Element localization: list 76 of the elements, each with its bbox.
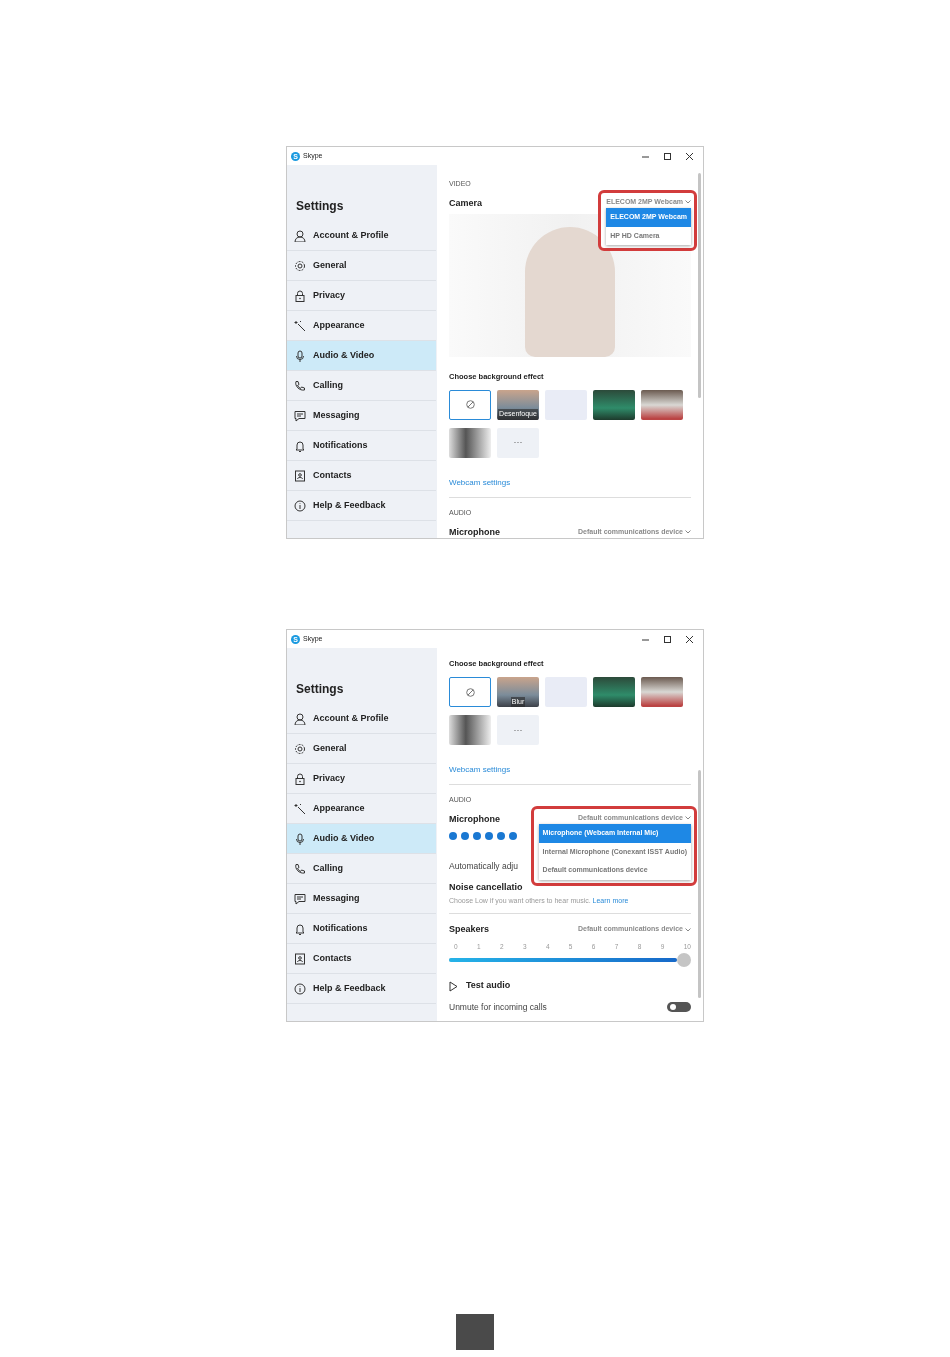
slider-thumb[interactable] (677, 953, 691, 968)
wand-icon (294, 802, 306, 815)
person-icon (294, 712, 306, 725)
sidebar-item[interactable]: Messaging (287, 884, 436, 914)
none-icon (465, 687, 475, 697)
sidebar-item[interactable]: Calling (287, 854, 436, 884)
setting-label: Noise cancellatio (449, 880, 524, 894)
person-icon (294, 229, 306, 242)
setting-label: Unmute for incoming calls (449, 1000, 547, 1014)
maximize-icon[interactable] (664, 152, 671, 160)
lock-icon (294, 289, 306, 302)
sidebar-item[interactable]: Contacts (287, 944, 436, 974)
sidebar-item[interactable]: Account & Profile (287, 704, 436, 734)
sidebar-item[interactable]: General (287, 734, 436, 764)
caret-icon (685, 530, 691, 535)
microphone-icon (294, 349, 306, 362)
webcam-settings-link[interactable]: Webcam settings (449, 764, 511, 777)
sidebar-item[interactable]: Messaging (287, 401, 436, 431)
sidebar-item[interactable]: Account & Profile (287, 221, 436, 251)
message-icon (294, 409, 306, 422)
sidebar-item[interactable]: Help & Feedback (287, 974, 436, 1004)
phone-icon (294, 379, 306, 392)
info-icon (294, 982, 306, 995)
caret-icon (685, 816, 691, 820)
none-icon (465, 400, 475, 410)
background-thumbnail[interactable] (593, 389, 635, 420)
background-thumbnail[interactable] (641, 389, 683, 420)
close-icon[interactable] (686, 635, 693, 643)
caret-icon (685, 199, 691, 204)
play-icon (449, 980, 458, 992)
message-icon (294, 892, 306, 905)
setting-label: Microphone (449, 813, 500, 826)
more-button[interactable]: ··· (497, 427, 539, 458)
settings-icon (294, 742, 306, 755)
webcam-settings-link[interactable]: Webcam settings (449, 476, 511, 489)
sidebar-item[interactable]: Contacts (287, 461, 436, 491)
sidebar-item[interactable]: Calling (287, 371, 436, 401)
background-option[interactable] (449, 389, 491, 420)
phone-icon (294, 862, 306, 875)
bell-icon (294, 922, 306, 935)
sidebar-item[interactable]: Audio & Video (287, 341, 436, 371)
lock-icon (294, 772, 306, 785)
sidebar-item[interactable]: Privacy (287, 281, 436, 311)
setting-label: Microphone (449, 525, 500, 538)
info-icon (294, 499, 306, 512)
bell-icon (294, 439, 306, 452)
close-icon[interactable] (686, 152, 693, 160)
background-thumbnail[interactable] (449, 427, 491, 458)
setting-label: Automatically adju (449, 859, 518, 873)
background-thumbnail[interactable] (593, 677, 635, 708)
scrollbar[interactable] (698, 173, 701, 398)
contact-card-icon (294, 952, 306, 965)
sidebar-item[interactable]: General (287, 251, 436, 281)
settings-title: Settings (295, 198, 345, 215)
maximize-icon[interactable] (664, 635, 671, 643)
sidebar-item[interactable]: Notifications (287, 431, 436, 461)
sidebar-item[interactable]: Privacy (287, 764, 436, 794)
sidebar-item[interactable]: Help & Feedback (287, 491, 436, 521)
setting-label: Camera (449, 196, 483, 210)
microphone-icon (294, 832, 306, 845)
settings-title: Settings (295, 681, 345, 698)
wand-icon (294, 319, 306, 332)
settings-icon (294, 259, 306, 272)
background-thumbnail[interactable] (641, 677, 683, 708)
background-thumbnail[interactable] (449, 715, 491, 746)
caret-icon (685, 927, 691, 932)
scrollbar[interactable] (698, 770, 701, 998)
test-audio-button[interactable]: Test audio (449, 979, 691, 993)
sidebar-item[interactable]: Notifications (287, 914, 436, 944)
sidebar-item[interactable]: Audio & Video (287, 824, 436, 854)
background-option[interactable] (449, 677, 491, 708)
setting-label: Speakers (449, 922, 490, 936)
page-marker (456, 1314, 494, 1350)
contact-card-icon (294, 469, 306, 482)
toggle-switch[interactable] (667, 1002, 691, 1013)
more-button[interactable]: ··· (497, 715, 539, 746)
